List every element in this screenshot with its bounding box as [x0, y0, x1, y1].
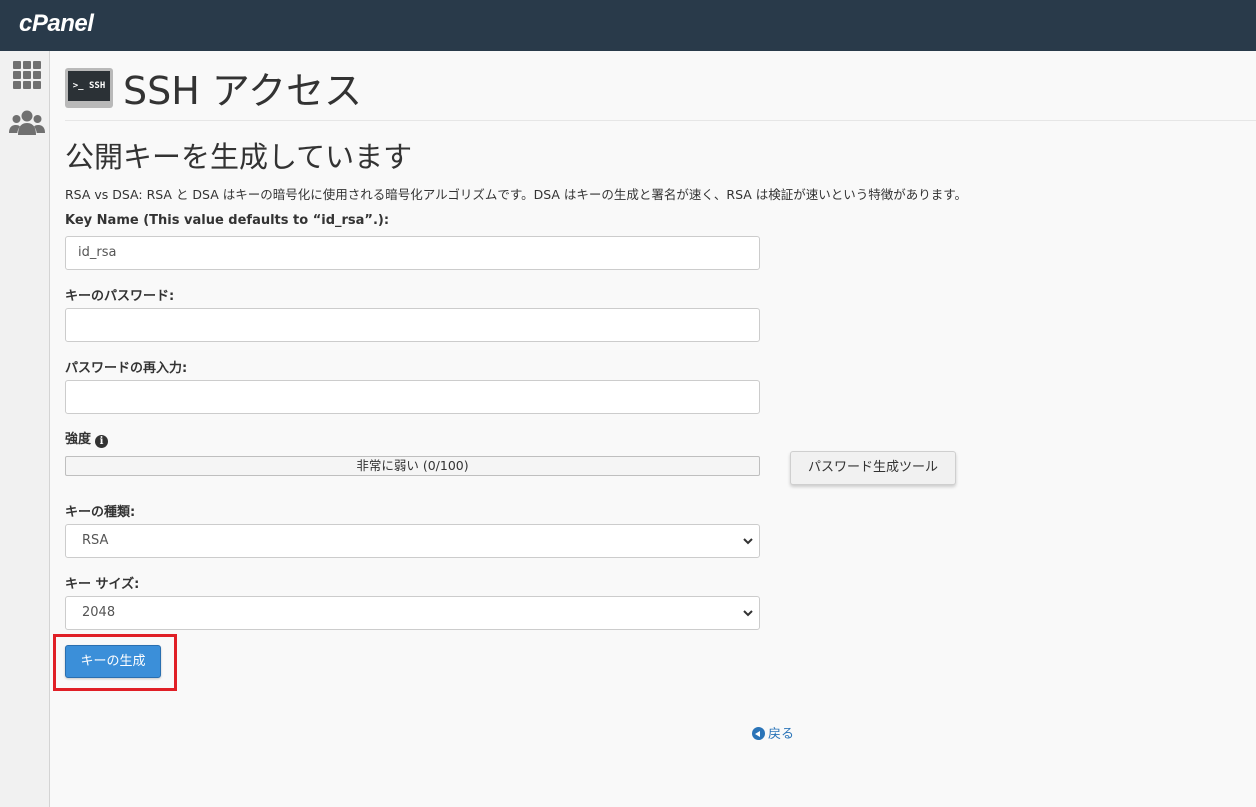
back-link-label: 戻る — [768, 727, 795, 742]
ssh-terminal-icon: >_ SSH — [65, 68, 113, 108]
password-generator-button[interactable]: パスワード生成ツール — [790, 451, 956, 485]
key-type-value: RSA — [82, 533, 109, 548]
key-name-input[interactable]: id_rsa — [65, 236, 760, 270]
page-title: SSH アクセス — [123, 69, 362, 113]
users-icon[interactable] — [9, 109, 45, 137]
key-type-label: キーの種類: — [65, 505, 136, 520]
grid-icon[interactable] — [13, 61, 41, 89]
password-confirm-input[interactable] — [65, 380, 760, 414]
ssh-icon-label: >_ SSH — [68, 71, 110, 101]
cpanel-logo[interactable]: cPanel — [19, 10, 94, 38]
header-divider — [65, 120, 1256, 121]
generate-key-button[interactable]: キーの生成 — [65, 645, 161, 678]
strength-label-row: 強度 i — [65, 428, 109, 448]
key-size-label: キー サイズ: — [65, 577, 140, 592]
chevron-down-icon — [743, 610, 753, 617]
section-title: 公開キーを生成しています — [65, 140, 413, 174]
key-name-label: Key Name (This value defaults to “id_rsa… — [65, 213, 390, 228]
password-confirm-label: パスワードの再入力: — [65, 361, 188, 376]
key-size-value: 2048 — [82, 605, 116, 620]
chevron-down-icon — [743, 538, 753, 545]
key-password-input[interactable] — [65, 308, 760, 342]
key-password-label: キーのパスワード: — [65, 289, 175, 304]
sidebar — [0, 51, 50, 807]
description-text: RSA vs DSA: RSA と DSA はキーの暗号化に使用される暗号化アル… — [65, 187, 968, 202]
top-bar: cPanel — [0, 0, 1256, 51]
password-strength-meter: 非常に弱い (0/100) — [65, 456, 760, 476]
info-icon[interactable]: i — [95, 435, 109, 448]
key-size-select[interactable]: 2048 — [65, 596, 760, 630]
back-link[interactable]: 戻る — [752, 723, 794, 742]
strength-label: 強度 — [65, 432, 92, 447]
key-type-select[interactable]: RSA — [65, 524, 760, 558]
arrow-left-circle-icon — [752, 727, 765, 740]
